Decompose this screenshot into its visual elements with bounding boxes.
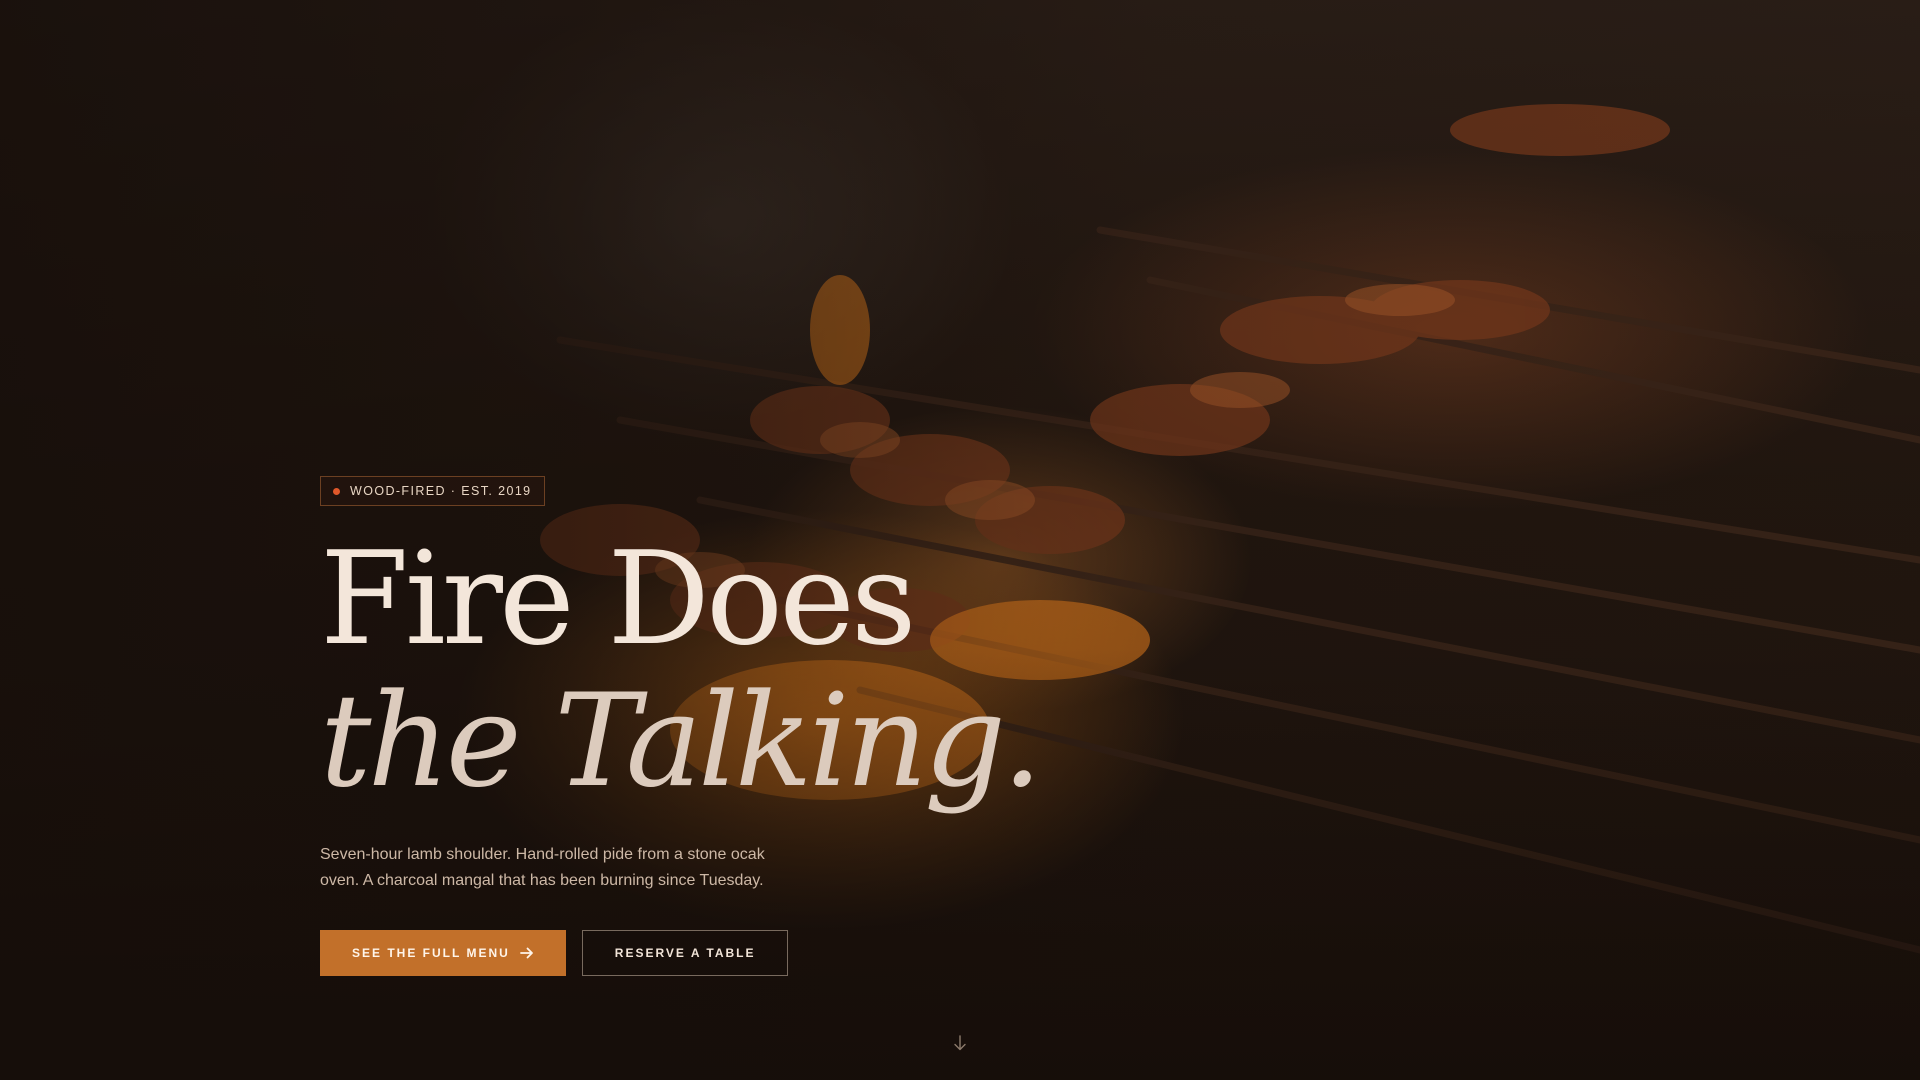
establishment-badge: WOOD-FIRED · EST. 2019 bbox=[320, 476, 545, 506]
see-full-menu-button[interactable]: SEE THE FULL MENU bbox=[320, 930, 566, 976]
hero-actions: SEE THE FULL MENU RESERVE A TABLE bbox=[320, 930, 1120, 976]
badge-dot-icon bbox=[333, 487, 340, 495]
badge-text: WOOD-FIRED · EST. 2019 bbox=[350, 484, 532, 498]
hero-headline: Fire Does the Talking. bbox=[320, 536, 1120, 806]
headline-line-2: the Talking. bbox=[320, 667, 1043, 816]
hero-section: WOOD-FIRED · EST. 2019 Fire Does the Tal… bbox=[0, 0, 1920, 1080]
reserve-table-label: RESERVE A TABLE bbox=[614, 946, 756, 960]
hero-description: Seven-hour lamb shoulder. Hand-rolled pi… bbox=[320, 846, 765, 889]
see-full-menu-label: SEE THE FULL MENU bbox=[352, 946, 510, 960]
reserve-table-button[interactable]: RESERVE A TABLE bbox=[581, 930, 789, 976]
arrow-right-icon bbox=[519, 947, 533, 959]
arrow-down-icon[interactable] bbox=[952, 1034, 968, 1052]
headline-line-1: Fire Does bbox=[320, 525, 917, 674]
hero-content: WOOD-FIRED · EST. 2019 Fire Does the Tal… bbox=[320, 476, 1120, 976]
